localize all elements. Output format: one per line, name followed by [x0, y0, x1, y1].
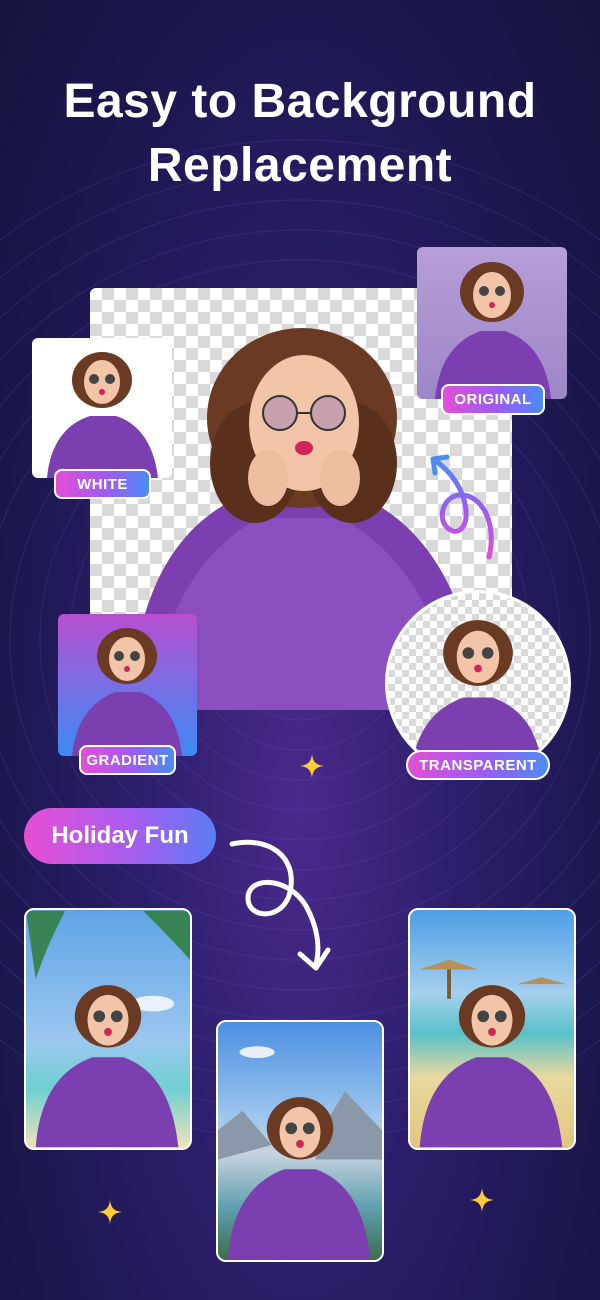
original-background-card: [417, 247, 567, 399]
mountain-person-illustration: [218, 1046, 382, 1260]
page-title: Easy to Background Replacement: [0, 70, 600, 198]
beach-background-card: [408, 908, 576, 1150]
sparkle-icon: [470, 1188, 494, 1212]
holiday-fun-pill: Holiday Fun: [24, 808, 216, 864]
gradient-label: GRADIENT: [79, 745, 176, 775]
transparent-background-card: [385, 590, 571, 776]
gradient-background-card: [58, 614, 197, 756]
transparent-person-illustration: [411, 620, 543, 773]
mountain-background-card: [216, 1020, 384, 1262]
white-background-card: [32, 338, 172, 478]
curved-arrow-icon: [430, 454, 494, 560]
gradient-person-illustration: [72, 628, 182, 756]
white-label: WHITE: [54, 469, 151, 499]
white-person-illustration: [47, 352, 158, 478]
tropical-background-card: [24, 908, 192, 1150]
sparkle-icon: [300, 754, 324, 778]
curved-arrow-icon: [229, 839, 331, 971]
original-label: ORIGINAL: [441, 384, 545, 415]
sparkle-icon: [98, 1200, 122, 1224]
title-line-1: Easy to Background: [63, 75, 537, 128]
tropical-person-illustration: [26, 910, 190, 1148]
transparent-label: TRANSPARENT: [406, 750, 550, 780]
original-person-illustration: [435, 262, 551, 399]
title-line-2: Replacement: [147, 139, 453, 192]
beach-person-illustration: [419, 959, 567, 1148]
